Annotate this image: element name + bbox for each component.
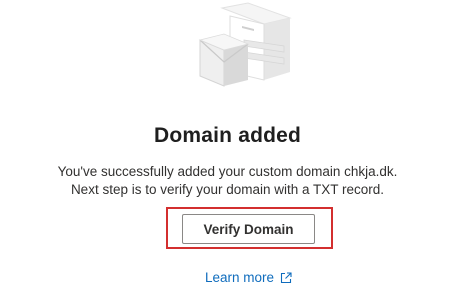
learn-more-link[interactable]: Learn more [205,270,292,285]
description-line-1: You've successfully added your custom do… [57,164,398,179]
domain-envelope-illustration-icon [190,0,310,100]
domain-added-panel: Domain added You've successfully added y… [0,0,455,308]
learn-more-label: Learn more [205,270,275,285]
page-title: Domain added [153,124,302,147]
external-link-icon [280,271,292,284]
verify-domain-button[interactable]: Verify Domain [182,214,315,244]
description-line-2: Next step is to verify your domain with … [70,182,385,197]
